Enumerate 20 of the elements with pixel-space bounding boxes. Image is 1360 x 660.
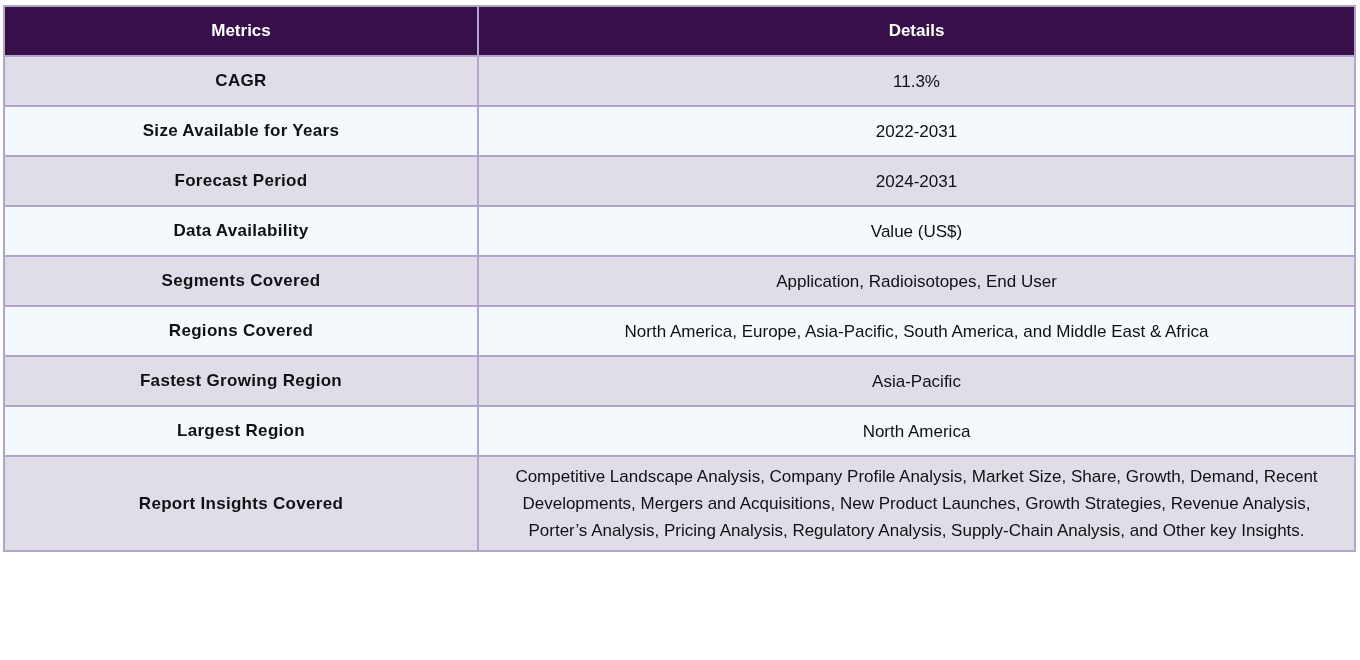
table-cell: Application, Radioisotopes, End User (479, 257, 1354, 305)
table-cell: Report Insights Covered (5, 457, 477, 550)
table-cell: Size Available for Years (5, 107, 477, 155)
table-cell: 2022-2031 (479, 107, 1354, 155)
table-cell: 2024-2031 (479, 157, 1354, 205)
table-cell: Segments Covered (5, 257, 477, 305)
table-cell: Fastest Growing Region (5, 357, 477, 405)
column-header: Metrics (5, 7, 477, 55)
table-cell: Value (US$) (479, 207, 1354, 255)
table-cell: CAGR (5, 57, 477, 105)
table-cell: North America, Europe, Asia-Pacific, South America, and Middle East & Africa (479, 307, 1354, 355)
table-cell: Asia-Pacific (479, 357, 1354, 405)
table-cell: Data Availability (5, 207, 477, 255)
table-cell: Competitive Landscape Analysis, Company Profile Analysis, Market Size, Share, Growth, Demand, Recent Developments, Mergers and Acquisitions, New Product Launches, Growth Strategies, Revenue Analysis, Porter’s Analysis, Pricing Analysis, Regulatory Analysis, Supply-Chain Analysis, and Other key Insights. (479, 457, 1354, 550)
table-cell: Regions Covered (5, 307, 477, 355)
table-cell: North America (479, 407, 1354, 455)
table-cell: Largest Region (5, 407, 477, 455)
table-cell: 11.3% (479, 57, 1354, 105)
table-cell: Forecast Period (5, 157, 477, 205)
column-header: Details (479, 7, 1354, 55)
